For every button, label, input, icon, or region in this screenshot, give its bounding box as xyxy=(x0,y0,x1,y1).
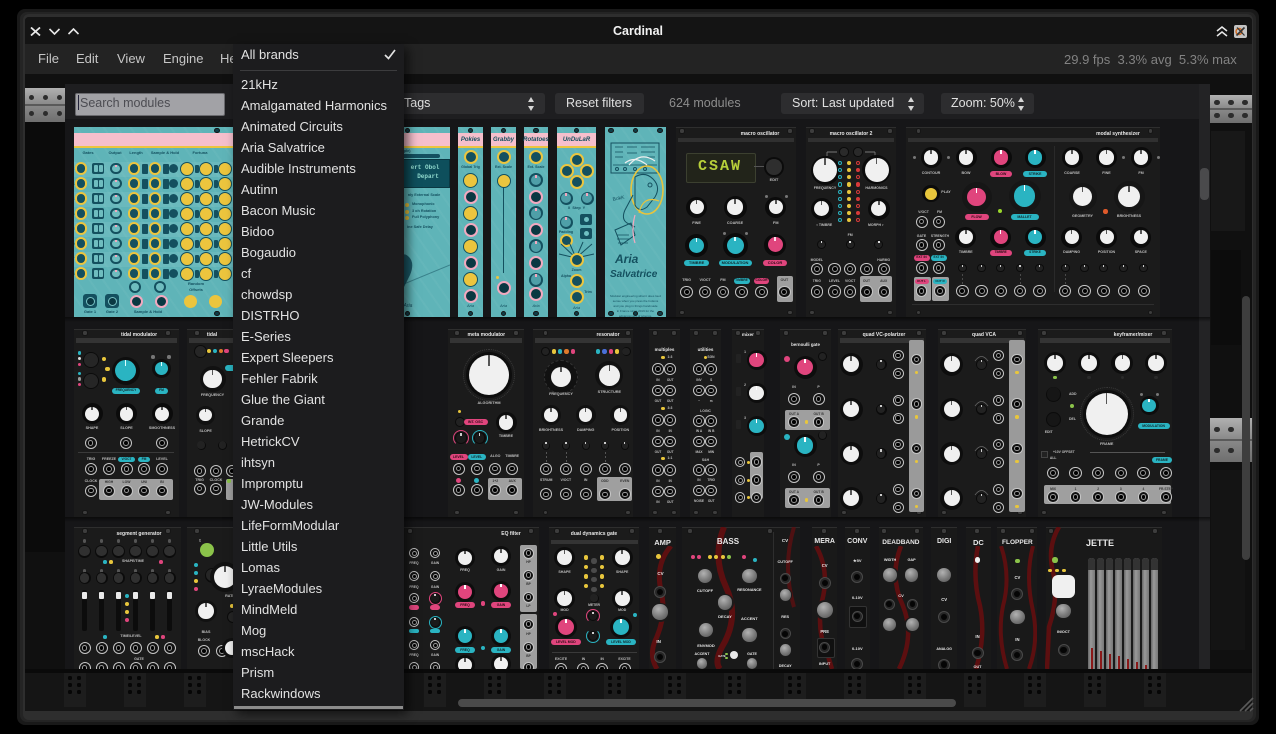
svg-text:Aria: Aria xyxy=(614,252,639,266)
svg-text:BokK: BokK xyxy=(612,194,626,202)
